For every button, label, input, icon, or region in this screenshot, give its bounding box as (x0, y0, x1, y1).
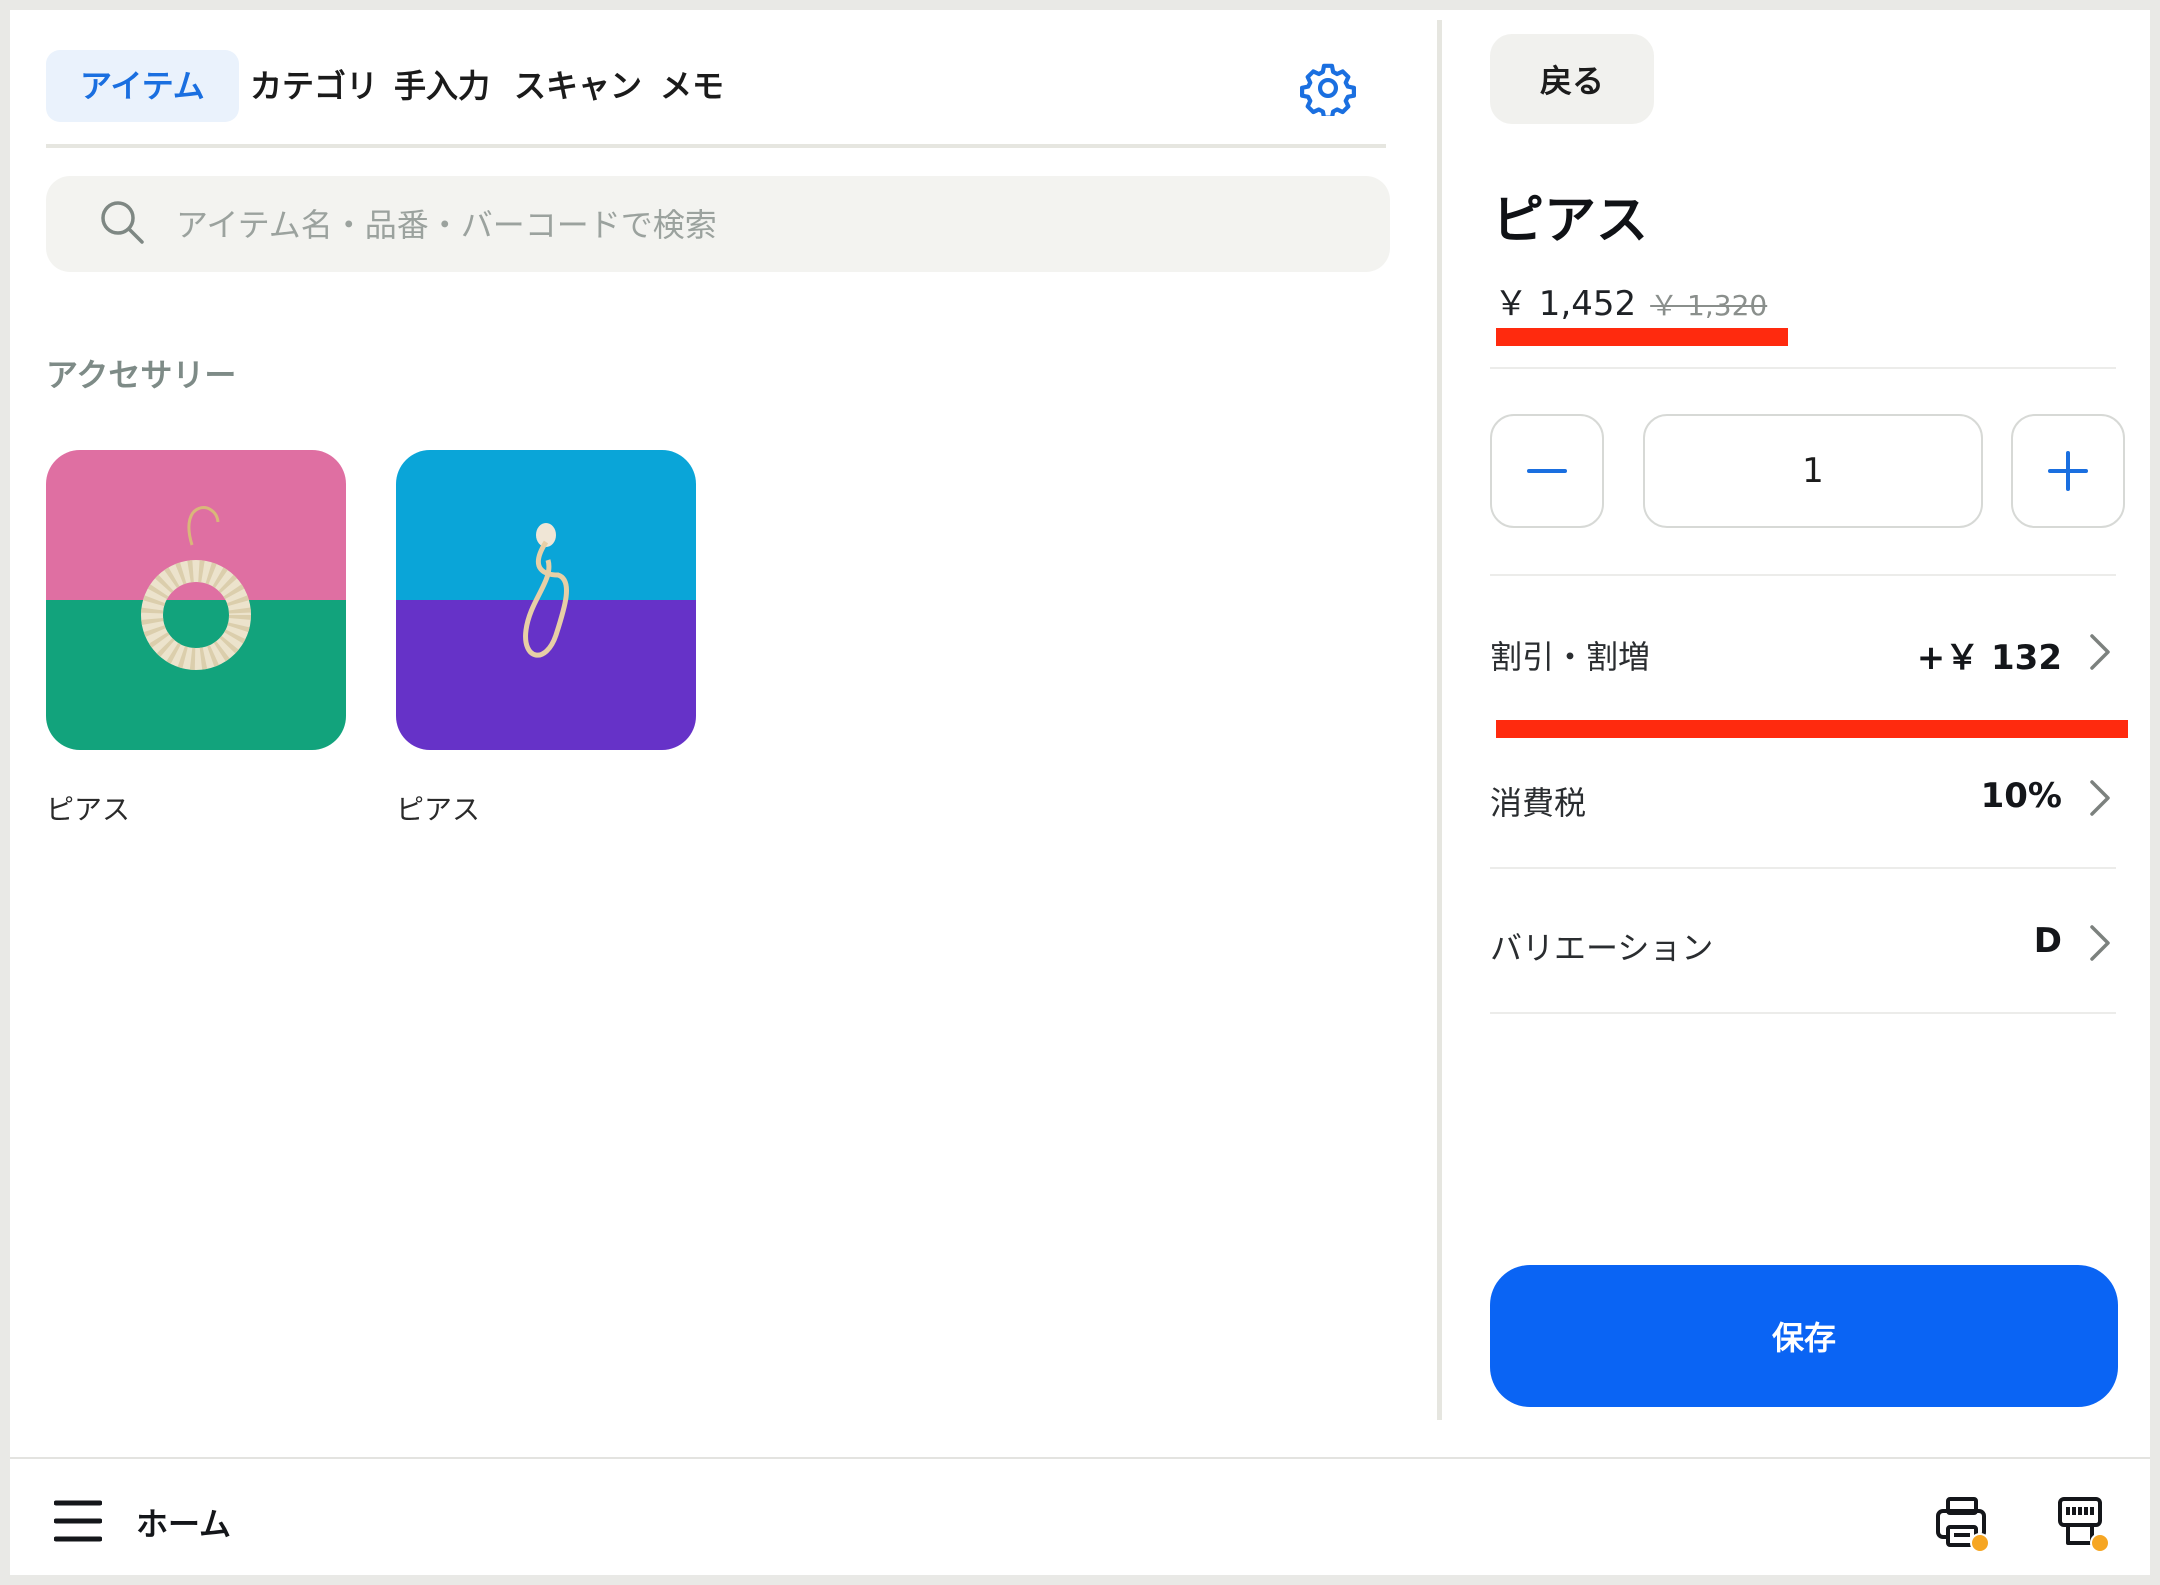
pane-divider (1437, 20, 1442, 1420)
discount-row[interactable]: 割引・割増 +￥ 132 (1490, 612, 2120, 692)
price-row: ￥ 1,452 ￥ 1,320 (1494, 276, 1767, 325)
chevron-right-icon (2090, 634, 2110, 670)
row-label: バリエーション (1490, 929, 1714, 967)
decrement-button[interactable] (1490, 414, 1604, 528)
divider (1490, 1012, 2116, 1014)
row-label: 割引・割増 (1490, 638, 1651, 676)
search-bar (46, 176, 1390, 272)
app-screen: アイテム カテゴリ 手入力 スキャン メモ アクセサリー (10, 10, 2150, 1575)
quantity-field[interactable]: 1 (1643, 414, 1983, 528)
tax-row[interactable]: 消費税 10% (1490, 758, 2120, 838)
current-price: ￥ 1,452 (1494, 284, 1637, 324)
item-thumbnail (396, 450, 696, 750)
item-name: ピアス (396, 793, 481, 826)
menu-icon[interactable] (53, 1499, 103, 1543)
price-highlight-bar (1496, 328, 1788, 346)
row-label: 消費税 (1490, 784, 1587, 822)
printer-icon[interactable] (1934, 1493, 1994, 1553)
item-thumbnail (46, 450, 346, 750)
gear-icon[interactable] (1300, 60, 1356, 120)
plus-icon (2048, 451, 2088, 491)
item-card[interactable]: ピアス (396, 450, 696, 828)
row-value: D (2033, 921, 2062, 961)
original-price: ￥ 1,320 (1650, 289, 1768, 322)
item-card[interactable]: ピアス (46, 450, 346, 828)
minus-icon (1527, 469, 1567, 473)
item-detail-pane: 戻る ピアス ￥ 1,452 ￥ 1,320 1 割引・割増 +￥ 132 消費… (1480, 10, 2130, 1450)
chevron-right-icon (2090, 925, 2110, 961)
tab-memo[interactable]: メモ (626, 50, 758, 122)
row-value: +￥ 132 (1916, 638, 2062, 678)
row-value: 10% (1980, 776, 2062, 816)
home-label[interactable]: ホーム (136, 1499, 231, 1545)
item-name: ピアス (46, 793, 131, 826)
search-input[interactable] (174, 194, 1328, 256)
variation-row[interactable]: バリエーション D (1490, 903, 2120, 983)
save-button[interactable]: 保存 (1490, 1265, 2118, 1407)
discount-highlight-bar (1496, 720, 2128, 738)
tab-items[interactable]: アイテム (46, 50, 239, 122)
divider (1490, 367, 2116, 369)
tab-bar: アイテム カテゴリ 手入力 スキャン メモ (46, 38, 1386, 148)
chevron-right-icon (2090, 780, 2110, 816)
item-browser-pane: アイテム カテゴリ 手入力 スキャン メモ アクセサリー (46, 38, 1396, 1418)
product-title: ピアス (1492, 191, 1649, 251)
divider (1490, 867, 2116, 869)
divider (1490, 574, 2116, 576)
back-button[interactable]: 戻る (1490, 34, 1654, 124)
section-heading: アクセサリー (46, 356, 237, 394)
increment-button[interactable] (2011, 414, 2125, 528)
receipt-printer-icon[interactable] (2054, 1493, 2114, 1553)
bottom-bar: ホーム (10, 1457, 2150, 1575)
search-icon (98, 198, 148, 248)
